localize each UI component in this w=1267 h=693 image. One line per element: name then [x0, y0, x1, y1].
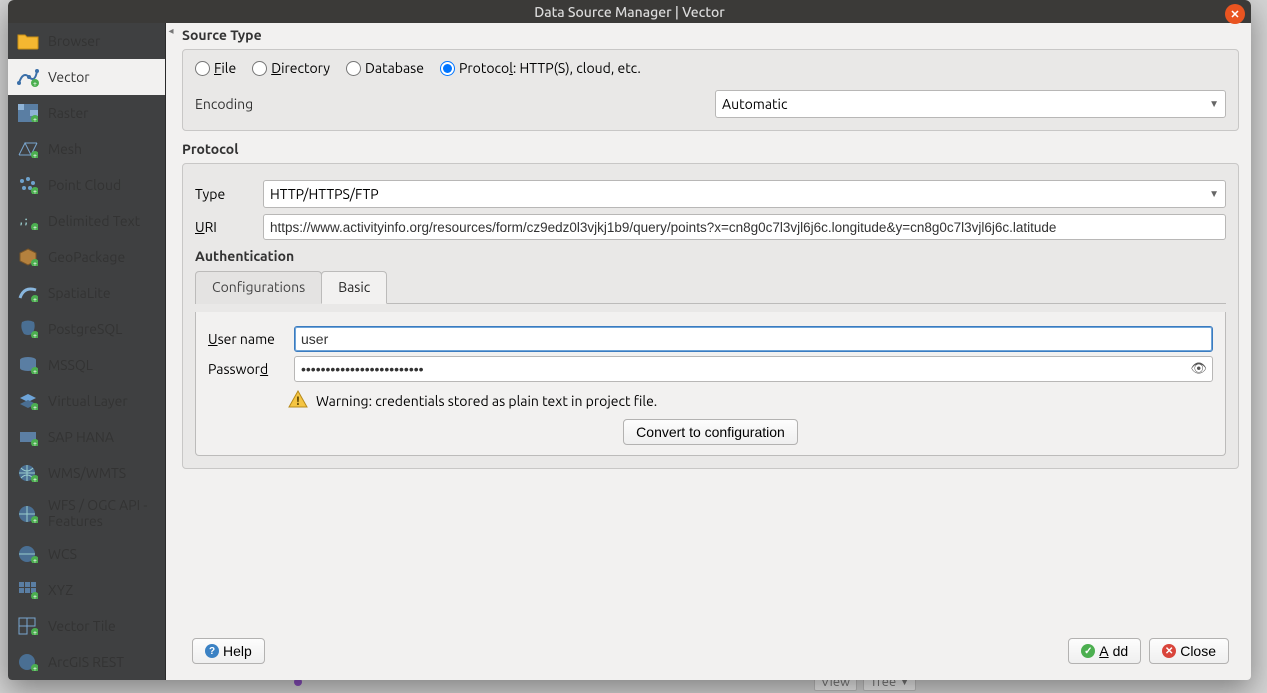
svg-text:+: +: [33, 368, 37, 374]
titlebar: Data Source Manager | Vector ✕: [8, 0, 1251, 23]
password-input[interactable]: [294, 356, 1213, 382]
sidebar: Browser + Vector + Raster + Mesh + Point…: [8, 23, 166, 680]
svg-text:+: +: [33, 517, 37, 523]
protocol-title: Protocol: [182, 141, 1239, 157]
svg-text:+: +: [33, 593, 37, 599]
sidebar-item-vector[interactable]: + Vector: [8, 59, 165, 95]
encoding-label: Encoding: [195, 96, 715, 112]
sidebar-item-wms[interactable]: + WMS/WMTS: [8, 455, 165, 491]
geopackage-icon: +: [16, 246, 40, 268]
xyz-icon: +: [16, 579, 40, 601]
svg-text:+: +: [33, 629, 37, 635]
csv-icon: , ; +: [16, 210, 40, 232]
vector-icon: +: [16, 66, 40, 88]
auth-group: Configurations Basic User name Password: [195, 270, 1226, 456]
window-title: Data Source Manager | Vector: [534, 4, 725, 20]
uri-label: URI: [195, 219, 255, 235]
globe-icon: +: [16, 503, 40, 525]
warning-text: Warning: credentials stored as plain tex…: [316, 393, 657, 409]
svg-text:+: +: [33, 116, 37, 122]
sidebar-item-geopackage[interactable]: + GeoPackage: [8, 239, 165, 275]
svg-text:+: +: [33, 80, 37, 87]
type-label: Type: [195, 186, 255, 202]
svg-text:+: +: [33, 332, 37, 338]
pointcloud-icon: +: [16, 174, 40, 196]
sidebar-item-xyz[interactable]: + XYZ: [8, 572, 165, 608]
auth-title: Authentication: [195, 248, 1226, 264]
sidebar-item-arcgis-rest[interactable]: + ArcGIS REST: [8, 644, 165, 680]
globe-icon: +: [16, 543, 40, 565]
folder-icon: [16, 30, 40, 52]
warning-icon: !: [288, 390, 308, 411]
svg-text:+: +: [33, 224, 37, 230]
chevron-left-icon: ◂: [168, 25, 173, 37]
sidebar-item-mssql[interactable]: + MSSQL: [8, 347, 165, 383]
tab-configurations[interactable]: Configurations: [195, 271, 322, 304]
svg-text:+: +: [33, 557, 37, 563]
sidebar-item-sap-hana[interactable]: + SAP HANA: [8, 419, 165, 455]
sidebar-item-raster[interactable]: + Raster: [8, 95, 165, 131]
radio-file[interactable]: File: [195, 60, 236, 76]
raster-icon: +: [16, 102, 40, 124]
chevron-down-icon: ▼: [1209, 98, 1219, 110]
password-label: Password: [208, 361, 286, 377]
sidebar-item-browser[interactable]: Browser: [8, 23, 165, 59]
source-type-group: File Directory Database Protocol: HTTP(S…: [182, 49, 1239, 131]
sidebar-item-virtual-layer[interactable]: + Virtual Layer: [8, 383, 165, 419]
svg-text:+: +: [33, 665, 37, 671]
globe-icon: +: [16, 651, 40, 673]
help-button[interactable]: ?Help: [192, 638, 265, 664]
sidebar-item-postgresql[interactable]: + PostgreSQL: [8, 311, 165, 347]
svg-text:+: +: [33, 260, 37, 266]
radio-protocol[interactable]: Protocol: HTTP(S), cloud, etc.: [440, 60, 641, 76]
vector-tile-icon: +: [16, 615, 40, 637]
sidebar-item-vector-tile[interactable]: + Vector Tile: [8, 608, 165, 644]
svg-text:+: +: [33, 296, 37, 302]
svg-text:, ;: , ;: [20, 215, 28, 226]
chevron-down-icon: ▼: [1209, 188, 1219, 200]
tab-basic[interactable]: Basic: [321, 271, 387, 304]
mesh-icon: +: [16, 138, 40, 160]
virtual-layer-icon: +: [16, 390, 40, 412]
sidebar-item-delimited-text[interactable]: , ;+ Delimited Text: [8, 203, 165, 239]
protocol-group: Type HTTP/HTTPS/FTP▼ URI Authentication …: [182, 163, 1239, 469]
sidebar-item-point-cloud[interactable]: + Point Cloud: [8, 167, 165, 203]
svg-text:+: +: [33, 476, 37, 482]
svg-text:+: +: [33, 440, 37, 446]
splitter-handle[interactable]: ◂: [166, 23, 176, 680]
svg-text:+: +: [33, 188, 37, 194]
svg-text:!: !: [296, 395, 299, 408]
sidebar-item-wcs[interactable]: + WCS: [8, 536, 165, 572]
postgresql-icon: +: [16, 318, 40, 340]
svg-text:+: +: [33, 404, 37, 410]
radio-database[interactable]: Database: [346, 60, 424, 76]
close-button[interactable]: ✕Close: [1149, 638, 1229, 664]
close-icon[interactable]: ✕: [1225, 4, 1245, 24]
sidebar-item-mesh[interactable]: + Mesh: [8, 131, 165, 167]
protocol-type-select[interactable]: HTTP/HTTPS/FTP▼: [263, 180, 1226, 208]
sidebar-item-wfs[interactable]: + WFS / OGC API - Features: [8, 491, 165, 536]
globe-icon: +: [16, 462, 40, 484]
uri-input[interactable]: [263, 214, 1226, 240]
source-type-title: Source Type: [182, 27, 1239, 43]
spatialite-icon: +: [16, 282, 40, 304]
radio-directory[interactable]: Directory: [252, 60, 330, 76]
add-button[interactable]: ✓Add: [1068, 638, 1141, 664]
encoding-select[interactable]: Automatic▼: [715, 90, 1226, 118]
main-panel: Source Type File Directory Database: [176, 23, 1251, 680]
eye-icon[interactable]: 👁: [1190, 362, 1207, 377]
dialog-footer: ?Help ✓Add ✕Close: [182, 634, 1239, 672]
svg-text:+: +: [33, 152, 37, 158]
hana-icon: +: [16, 426, 40, 448]
username-input[interactable]: [294, 326, 1213, 352]
sidebar-item-spatialite[interactable]: + SpatiaLite: [8, 275, 165, 311]
username-label: User name: [208, 331, 286, 347]
mssql-icon: +: [16, 354, 40, 376]
data-source-manager-dialog: Data Source Manager | Vector ✕ Browser +…: [8, 0, 1251, 680]
convert-to-configuration-button[interactable]: Convert to configuration: [623, 419, 798, 445]
